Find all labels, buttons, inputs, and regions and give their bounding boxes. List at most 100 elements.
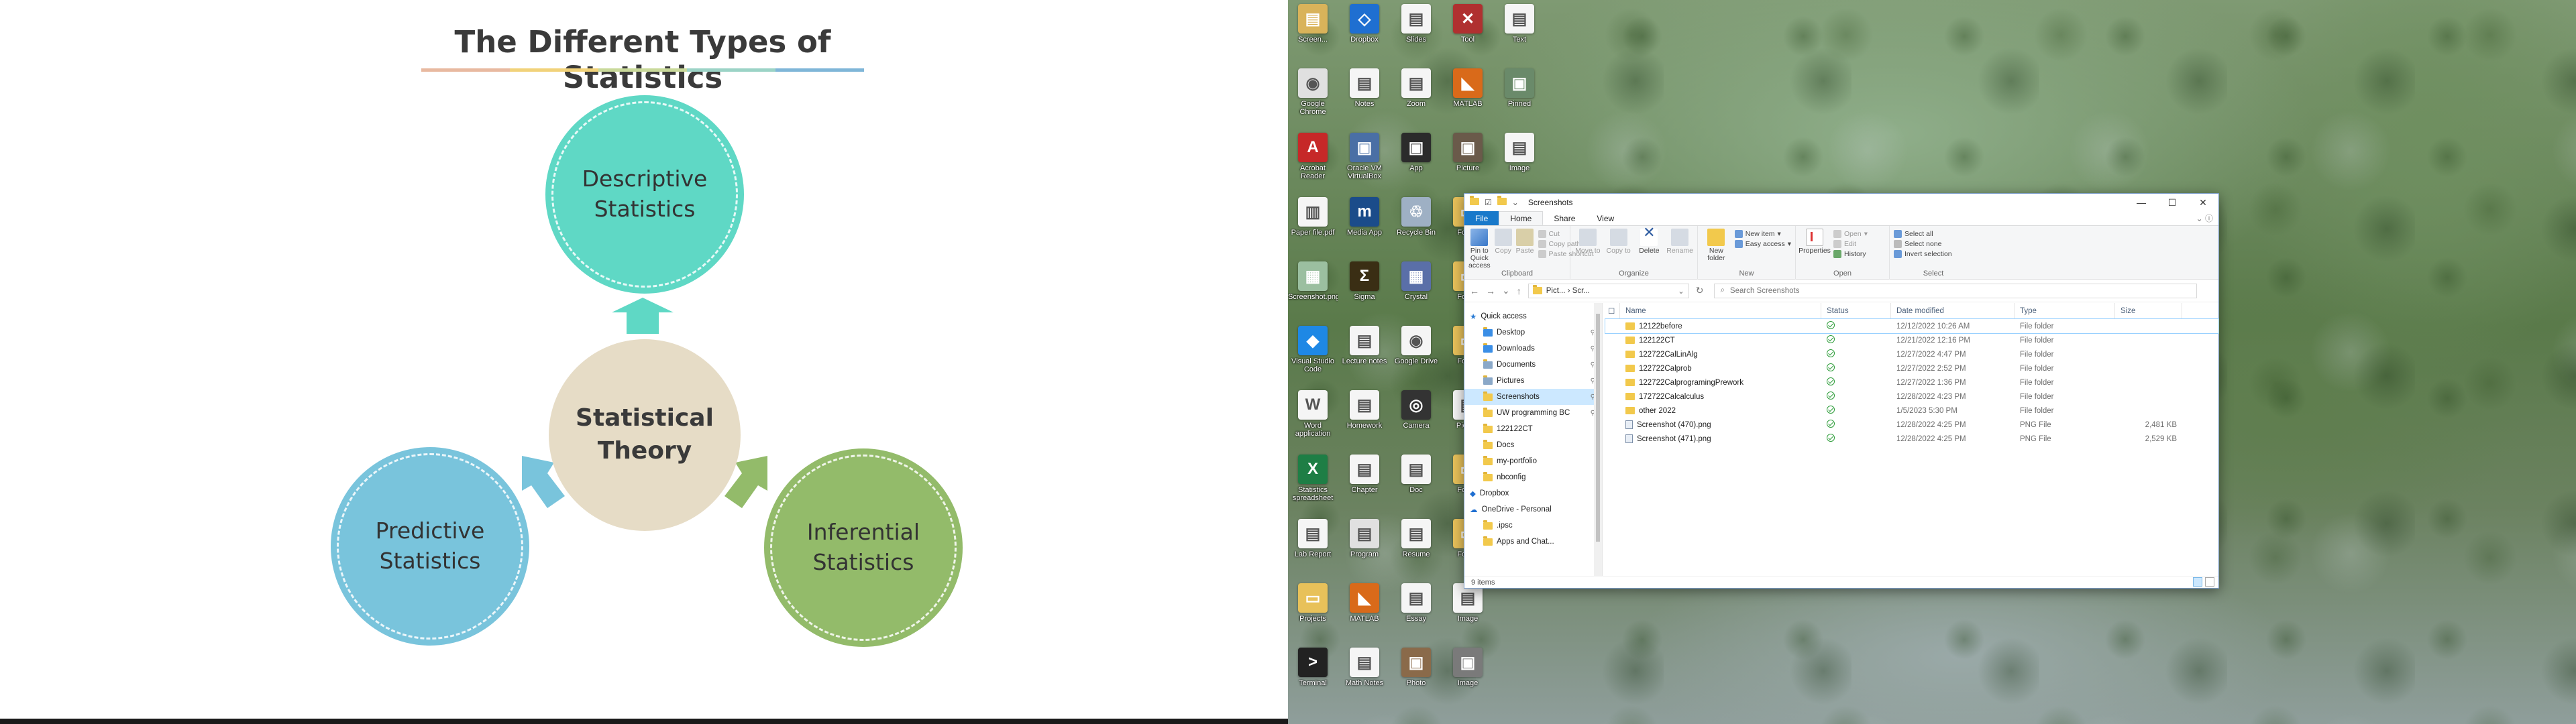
minimize-button[interactable]: — xyxy=(2126,194,2157,211)
nav-item[interactable]: 122122CT xyxy=(1464,421,1602,437)
desktop-icon[interactable]: ▤ Slides xyxy=(1391,4,1441,52)
desktop-icon[interactable]: ▤ Resume xyxy=(1391,519,1441,566)
select-all-checkbox[interactable]: ☐ xyxy=(1605,303,1620,319)
nav-item[interactable]: ◆ Dropbox xyxy=(1464,485,1602,501)
nav-item[interactable]: ☁ OneDrive - Personal xyxy=(1464,501,1602,518)
select-none-button[interactable]: Select none xyxy=(1894,240,1952,248)
details-view-button[interactable] xyxy=(2193,577,2202,587)
tab-view[interactable]: View xyxy=(1586,211,1625,225)
desktop-icon[interactable]: ▭ Projects xyxy=(1288,583,1338,631)
column-name[interactable]: Name xyxy=(1620,303,1821,319)
desktop-icon[interactable]: ▤ Lab Report xyxy=(1288,519,1338,566)
desktop-icon[interactable]: ▤ Image xyxy=(1495,133,1544,180)
nav-item[interactable]: my-portfolio xyxy=(1464,453,1602,469)
file-row[interactable]: Screenshot (470).png 12/28/2022 4:25 PM PN… xyxy=(1605,418,2218,432)
nav-scroll-thumb[interactable] xyxy=(1596,314,1600,542)
nav-item[interactable]: Downloads ⚲ xyxy=(1464,341,1602,357)
nav-item[interactable]: Screenshots ⚲ xyxy=(1464,389,1602,405)
forward-arrow-icon[interactable]: → xyxy=(1486,286,1495,296)
desktop-icon[interactable]: ▣ Picture xyxy=(1443,133,1493,180)
desktop-icon[interactable]: ▣ App xyxy=(1391,133,1441,180)
file-list-pane[interactable]: ☐ Name Status Date modified Type Size 12… xyxy=(1603,303,2219,576)
properties-quick-icon[interactable]: ☑ xyxy=(1485,198,1492,207)
desktop-icon[interactable]: > Terminal xyxy=(1288,648,1338,695)
large-icons-view-button[interactable] xyxy=(2205,577,2214,587)
file-row[interactable]: Screenshot (471).png 12/28/2022 4:25 PM PN… xyxy=(1605,432,2218,446)
nav-item[interactable]: Docs xyxy=(1464,437,1602,453)
column-status[interactable]: Status xyxy=(1821,303,1891,319)
refresh-icon[interactable]: ↻ xyxy=(1696,285,1704,296)
up-arrow-icon[interactable]: ↑ xyxy=(1517,286,1521,296)
nav-item[interactable]: Desktop ⚲ xyxy=(1464,324,1602,341)
new-item-button[interactable]: New item ▾ xyxy=(1734,230,1791,238)
desktop-icon[interactable]: ▤ Image xyxy=(1443,583,1493,631)
back-arrow-icon[interactable]: ← xyxy=(1470,286,1479,296)
edit-button[interactable]: Edit xyxy=(1833,240,1868,248)
desktop-icon[interactable]: W Word application xyxy=(1288,390,1338,438)
address-dropdown-icon[interactable]: ⌄ xyxy=(1678,286,1684,296)
desktop-icon[interactable]: ▤ Math Notes xyxy=(1340,648,1389,695)
desktop-icon[interactable]: ▤ Homework xyxy=(1340,390,1389,438)
desktop-icon[interactable]: ▤ Doc xyxy=(1391,455,1441,502)
nav-item[interactable]: ★ Quick access xyxy=(1464,308,1602,324)
navigation-pane[interactable]: ★ Quick access Desktop ⚲ Downloads ⚲ Documents… xyxy=(1464,303,1603,576)
desktop-icon[interactable]: ◣ MATLAB xyxy=(1340,583,1389,631)
maximize-button[interactable]: ☐ xyxy=(2157,194,2188,211)
file-row[interactable]: 122722CalprogramingPrework 12/27/2022 1:3… xyxy=(1605,375,2218,389)
desktop-icon[interactable]: m Media App xyxy=(1340,197,1389,245)
desktop-icon[interactable]: ▥ Paper file.pdf xyxy=(1288,197,1338,245)
desktop-icon[interactable]: ▣ Oracle VM VirtualBox xyxy=(1340,133,1389,180)
history-button[interactable]: History xyxy=(1833,250,1868,258)
close-button[interactable]: ✕ xyxy=(2188,194,2218,211)
desktop-icon[interactable]: ◉ Google Chrome xyxy=(1288,68,1338,116)
desktop-icon[interactable]: ▣ Photo xyxy=(1391,648,1441,695)
desktop-icon[interactable]: ▤ Program xyxy=(1340,519,1389,566)
desktop-icon[interactable]: ◇ Dropbox xyxy=(1340,4,1389,52)
desktop-icon[interactable]: ✕ Tool xyxy=(1443,4,1493,52)
file-row[interactable]: other 2022 1/5/2023 5:30 PM File folder xyxy=(1605,404,2218,418)
invert-selection-button[interactable]: Invert selection xyxy=(1894,250,1952,258)
desktop-icon[interactable]: ▣ Image xyxy=(1443,648,1493,695)
help-icon[interactable]: ⌄ ⓘ xyxy=(2191,211,2218,225)
desktop-icon[interactable]: ▤ Zoom xyxy=(1391,68,1441,116)
file-row[interactable]: 172722Calcalculus 12/28/2022 4:23 PM File … xyxy=(1605,389,2218,404)
easy-access-button[interactable]: Easy access ▾ xyxy=(1734,240,1791,248)
tab-home[interactable]: Home xyxy=(1499,211,1544,225)
desktop-icon[interactable]: ▤ Notes xyxy=(1340,68,1389,116)
desktop-icon[interactable]: ▤ Text xyxy=(1495,4,1544,52)
desktop-icon[interactable]: ◎ Camera xyxy=(1391,390,1441,438)
desktop-icon[interactable]: ▤ Lecture notes xyxy=(1340,326,1389,373)
nav-item[interactable]: Pictures ⚲ xyxy=(1464,373,1602,389)
file-row[interactable]: 122722CalLinAlg 12/27/2022 4:47 PM File fo… xyxy=(1605,347,2218,361)
nav-item[interactable]: UW programming BC ⚲ xyxy=(1464,405,1602,421)
desktop-icon[interactable]: ▦ Screenshot.png xyxy=(1288,261,1338,309)
select-all-button[interactable]: Select all xyxy=(1894,230,1952,238)
desktop-icon[interactable]: ♲ Recycle Bin xyxy=(1391,197,1441,245)
desktop-icon[interactable]: ▣ Pinned xyxy=(1495,68,1544,116)
desktop-icon[interactable]: A Acrobat Reader xyxy=(1288,133,1338,180)
file-row[interactable]: 12122before 12/12/2022 10:26 AM File folde… xyxy=(1605,318,2219,334)
nav-item[interactable]: Documents ⚲ xyxy=(1464,357,1602,373)
file-row[interactable]: 122122CT 12/21/2022 12:16 PM File folder xyxy=(1605,333,2218,347)
tab-file[interactable]: File xyxy=(1464,211,1499,225)
nav-item[interactable]: Apps and Chat... xyxy=(1464,534,1602,550)
file-row[interactable]: 122722Calprob 12/27/2022 2:52 PM File fold… xyxy=(1605,361,2218,375)
desktop-icon[interactable]: ◆ Visual Studio Code xyxy=(1288,326,1338,373)
desktop-icon[interactable]: Σ Sigma xyxy=(1340,261,1389,309)
desktop-icon[interactable]: ◉ Google Drive xyxy=(1391,326,1441,373)
desktop-icon[interactable]: ▦ Crystal xyxy=(1391,261,1441,309)
desktop-icon[interactable]: ▤ Chapter xyxy=(1340,455,1389,502)
open-button[interactable]: Open ▾ xyxy=(1833,230,1868,238)
column-type[interactable]: Type xyxy=(2015,303,2115,319)
column-date-modified[interactable]: Date modified xyxy=(1891,303,2015,319)
column-size[interactable]: Size xyxy=(2115,303,2182,319)
desktop-icon[interactable]: ◣ MATLAB xyxy=(1443,68,1493,116)
search-box[interactable]: ⌕ Search Screenshots xyxy=(1714,283,2198,298)
recent-chevron-icon[interactable]: ⌄ xyxy=(1502,285,1510,296)
address-bar[interactable]: Pict... › Scr... ⌄ xyxy=(1527,283,1689,298)
desktop-icon[interactable]: ▤ Screen... xyxy=(1288,4,1338,52)
desktop-icon[interactable]: ▤ Essay xyxy=(1391,583,1441,631)
file-explorer-window[interactable]: ☑ ⌄ Screenshots — ☐ ✕ File Home Share Vi… xyxy=(1464,193,2219,589)
tab-share[interactable]: Share xyxy=(1543,211,1586,225)
nav-scrollbar[interactable] xyxy=(1594,303,1602,576)
